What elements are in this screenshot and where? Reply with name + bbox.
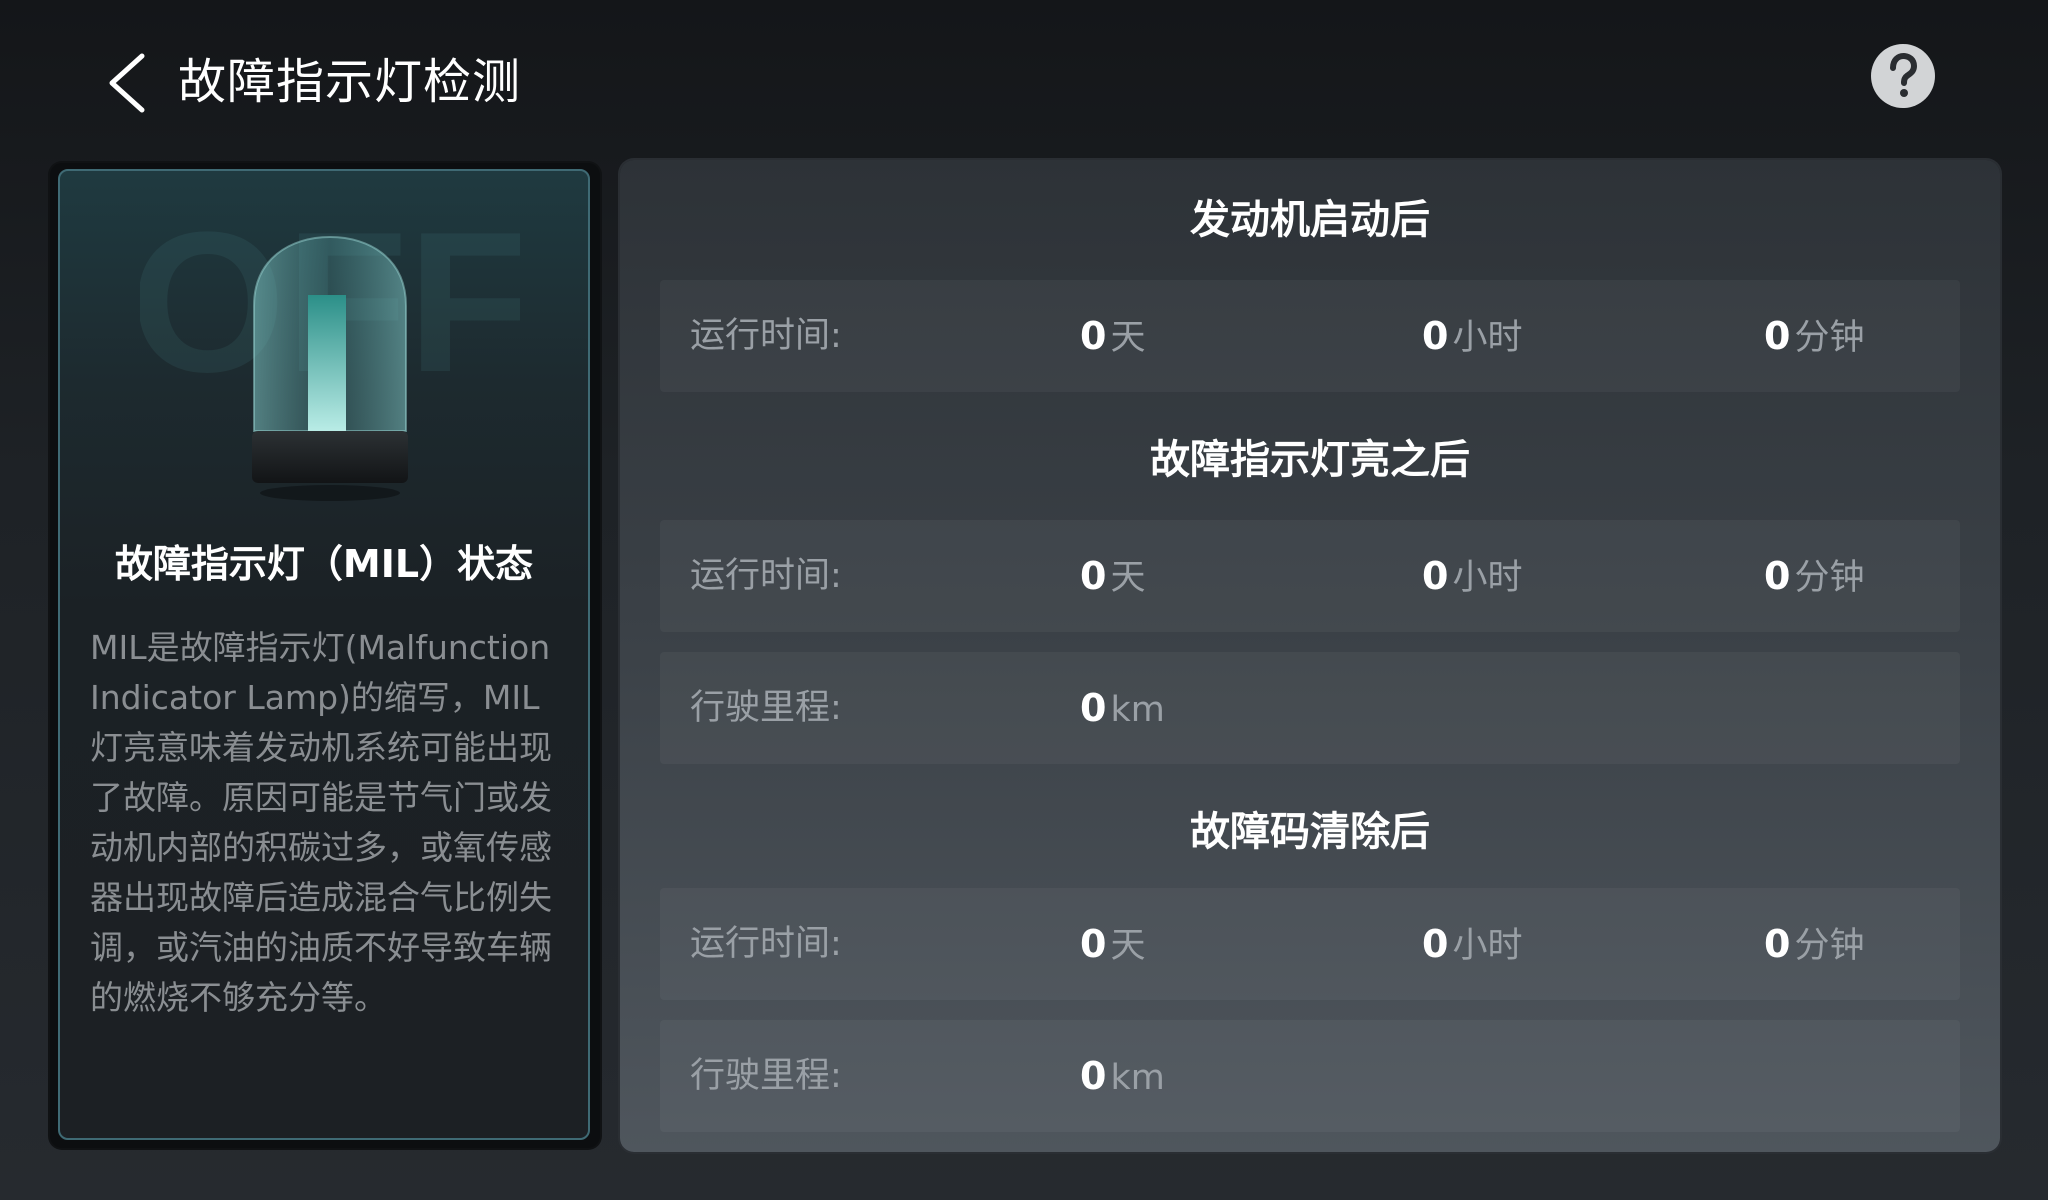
mileage-value: 0 km [1080, 686, 1165, 730]
mil-status-card: OFF [50, 163, 600, 1148]
runtime-minutes: 0 分钟 [1764, 314, 1865, 358]
question-mark-icon [1890, 52, 1918, 97]
mil-statistics-panel: 发动机启动后 运行时间: 0天 0 小时 0 分钟 故障指示灯亮之后 运行时间: 0… [620, 160, 2000, 1152]
runtime-days: 0天 [1080, 314, 1146, 358]
runtime-row: 运行时间: 0天 0 小时 0 分钟 [660, 280, 1960, 392]
section-title-after-code-clear: 故障码清除后 [1190, 809, 1430, 855]
runtime-hours: 0 小时 [1422, 922, 1523, 966]
chevron-left-icon [109, 53, 145, 113]
mileage-value: 0 km [1080, 1054, 1165, 1098]
header: 故障指示灯检测 [0, 0, 2048, 150]
mileage-label: 行驶里程: [690, 1056, 842, 1096]
mileage-row: 行驶里程: 0 km [660, 1020, 1960, 1132]
mileage-label: 行驶里程: [690, 688, 842, 728]
indicator-lamp-icon [252, 235, 408, 501]
help-button[interactable] [1871, 44, 1935, 108]
runtime-label: 运行时间: [690, 556, 842, 596]
mil-description: MIL是故障指示灯(Malfunction Indicator Lamp)的缩写… [90, 628, 552, 1017]
runtime-row: 运行时间: 0天 0 小时 0 分钟 [660, 888, 1960, 1000]
runtime-label: 运行时间: [690, 924, 842, 964]
runtime-minutes: 0 分钟 [1764, 554, 1865, 598]
runtime-label: 运行时间: [690, 316, 842, 356]
back-button[interactable] [96, 48, 166, 118]
section-title-after-mil-on: 故障指示灯亮之后 [1150, 437, 1470, 483]
page-title: 故障指示灯检测 [178, 54, 522, 110]
mil-status-card-inner: OFF [58, 169, 590, 1140]
mil-status-title: 故障指示灯（MIL）状态 [114, 542, 534, 586]
runtime-row: 运行时间: 0天 0 小时 0 分钟 [660, 520, 1960, 632]
mileage-row: 行驶里程: 0 km [660, 652, 1960, 764]
runtime-days: 0天 [1080, 922, 1146, 966]
mil-detection-screen: 故障指示灯检测 OFF [0, 0, 2048, 1200]
runtime-minutes: 0 分钟 [1764, 922, 1865, 966]
runtime-hours: 0 小时 [1422, 554, 1523, 598]
section-title-after-engine-start: 发动机启动后 [1190, 197, 1430, 243]
runtime-days: 0天 [1080, 554, 1146, 598]
runtime-hours: 0 小时 [1422, 314, 1523, 358]
